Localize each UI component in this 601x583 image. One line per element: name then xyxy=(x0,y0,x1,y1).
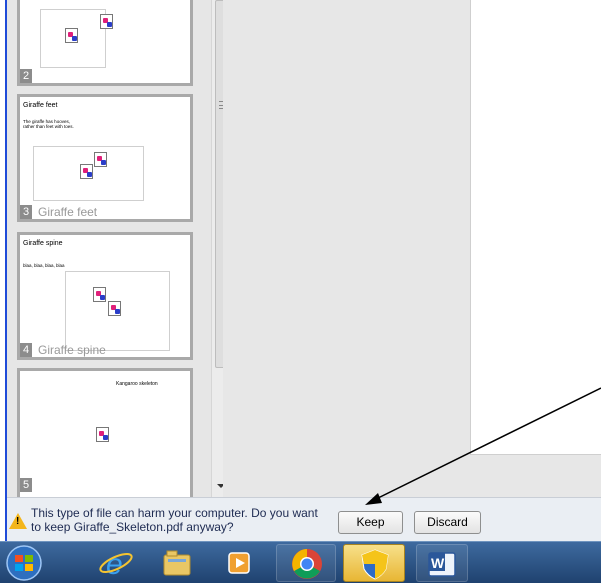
picture-icon xyxy=(65,28,78,43)
warning-icon: ! xyxy=(9,513,27,529)
slide-title: Kangaroo skeleton xyxy=(116,381,158,387)
folder-icon xyxy=(163,550,191,576)
slide-body-line: blaa, blaa, blaa, blaa xyxy=(23,263,65,268)
slide-editing-area xyxy=(223,0,601,497)
slide-number: 2 xyxy=(20,69,33,83)
picture-icon xyxy=(100,14,113,29)
download-warning-message: This type of file can harm your computer… xyxy=(31,506,318,534)
slide-thumbnail-3[interactable]: Giraffe feet The giraffe has hooves, rat… xyxy=(17,94,193,222)
discard-button[interactable]: Discard xyxy=(414,511,481,534)
keep-button[interactable]: Keep xyxy=(338,511,403,534)
screenshot-frame: 2 Giraffe feet The giraffe has hooves, r… xyxy=(0,0,601,583)
file-explorer-button[interactable] xyxy=(152,544,204,582)
internet-explorer-button[interactable]: e xyxy=(90,544,142,582)
picture-icon xyxy=(94,152,107,167)
chrome-button[interactable] xyxy=(276,544,336,582)
slide-body-line: rather than feet with toes. xyxy=(23,124,74,129)
picture-icon xyxy=(93,287,106,302)
slide-title: Giraffe feet xyxy=(23,102,58,109)
download-warning-bar: ! This type of file can harm your comput… xyxy=(7,497,601,541)
warning-glyph: ! xyxy=(16,516,20,527)
slide-thumbnail-panel: 2 Giraffe feet The giraffe has hooves, r… xyxy=(7,0,223,497)
slide-thumbnail-5[interactable]: Kangaroo skeleton 5 xyxy=(17,368,193,497)
slide-title: Giraffe spine xyxy=(23,240,63,247)
slide-thumbnail-2[interactable]: 2 xyxy=(17,0,193,86)
word-button[interactable]: W xyxy=(416,544,468,582)
slide-number: 4 xyxy=(20,343,33,357)
scrollbar-thumb[interactable] xyxy=(215,0,223,368)
slide-caption: Giraffe feet xyxy=(38,205,98,219)
slide-caption: Giraffe spine xyxy=(38,343,106,357)
slide-number: 5 xyxy=(20,478,33,492)
picture-icon xyxy=(80,164,93,179)
windows-taskbar: e W xyxy=(0,541,601,583)
media-player-button[interactable] xyxy=(214,544,266,582)
picture-icon xyxy=(96,427,109,442)
chrome-icon xyxy=(292,549,322,579)
start-orb-icon xyxy=(6,545,42,581)
word-icon: W xyxy=(428,552,456,577)
security-warning-button[interactable] xyxy=(343,544,405,582)
shield-icon xyxy=(361,549,389,580)
word-letter: W xyxy=(431,555,445,571)
slide-thumbnail-4[interactable]: Giraffe spine blaa, blaa, blaa, blaa 4 G… xyxy=(17,232,193,360)
picture-icon xyxy=(108,301,121,316)
internet-explorer-icon: e xyxy=(99,548,133,581)
media-player-icon xyxy=(228,552,250,574)
start-button[interactable] xyxy=(2,544,48,582)
slide-canvas[interactable] xyxy=(470,0,601,455)
slide-panel-scrollbar[interactable] xyxy=(211,0,223,497)
slide-number: 3 xyxy=(20,205,33,219)
svg-text:e: e xyxy=(106,548,123,581)
